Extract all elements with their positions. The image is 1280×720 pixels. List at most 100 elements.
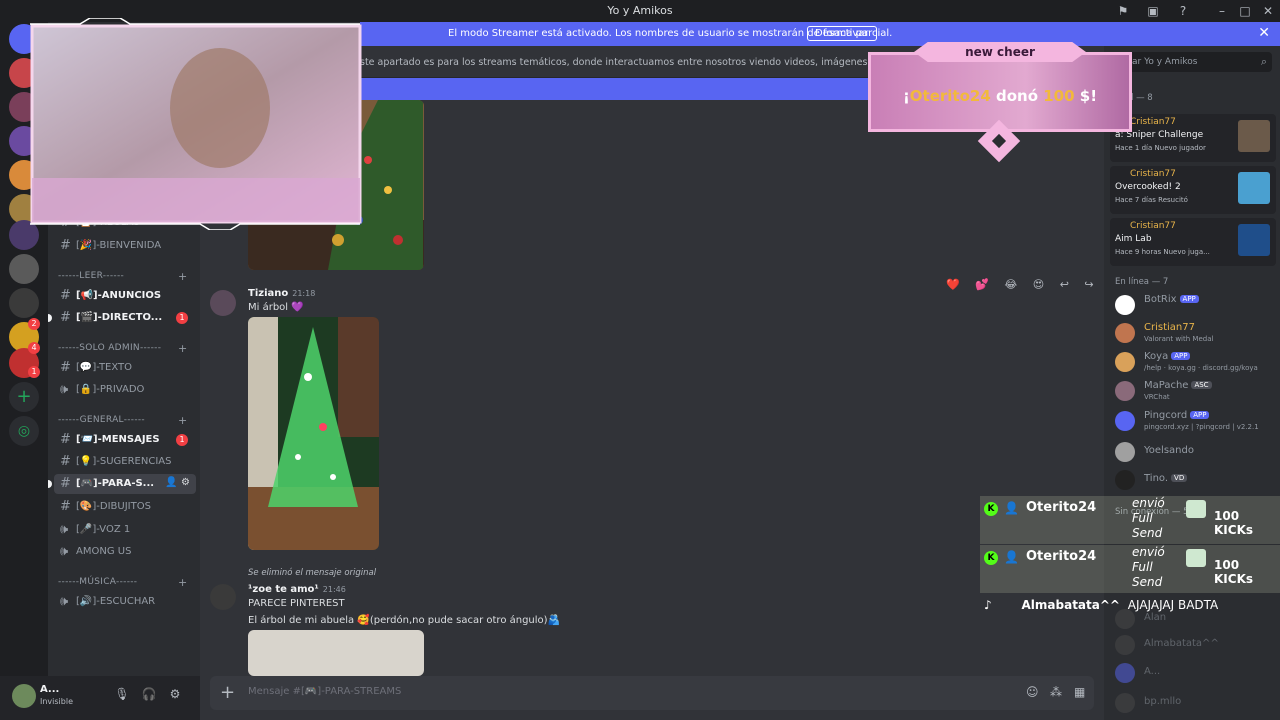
- channel-sugerencias[interactable]: # [💡]-SUGERENCIAS: [54, 452, 196, 472]
- inbox-icon[interactable]: ⚑: [1115, 3, 1131, 19]
- channel-label: [🎉]-BIENVENIDA: [76, 240, 162, 251]
- activity-card[interactable]: Cristian77 Overcooked! 2 Hace 7 días Res…: [1110, 166, 1276, 214]
- member-offline[interactable]: Almabatata^^: [1112, 632, 1278, 658]
- channel-settings-icon[interactable]: 👤 ⚙: [165, 477, 190, 488]
- shirt-icon: [1186, 500, 1206, 518]
- help-icon[interactable]: ?: [1175, 3, 1191, 19]
- attachment-image[interactable]: [248, 630, 424, 676]
- maximize-icon[interactable]: □: [1237, 3, 1253, 19]
- app-tag: APP: [1179, 295, 1199, 303]
- add-channel-icon[interactable]: +: [178, 270, 188, 283]
- game-thumbnail: [1238, 172, 1270, 204]
- member-offline[interactable]: bp.mllo: [1112, 690, 1278, 716]
- streamer-mode-banner: El modo Streamer está activado. Los nomb…: [360, 22, 1280, 46]
- activity-meta: Hace 9 horas Nuevo juga...: [1115, 248, 1210, 256]
- avatar: [1115, 693, 1135, 713]
- channel-topic: ste apartado es para los streams temátic…: [360, 57, 936, 68]
- channel-dibujitos[interactable]: # [🎨]-DIBUJITOS: [54, 497, 196, 517]
- app-tag: APP: [1190, 411, 1210, 419]
- channel-mensajes[interactable]: # [📨]-MENSAJES 1: [54, 430, 196, 450]
- member-name: BotRix: [1144, 294, 1177, 305]
- avatar[interactable]: [210, 584, 236, 610]
- server-icon[interactable]: [9, 288, 39, 318]
- speaker-icon: 🕪: [60, 382, 69, 397]
- author-name: ¹zoe te amo¹: [248, 584, 319, 595]
- close-window-icon[interactable]: ✕: [1260, 3, 1276, 19]
- add-channel-icon[interactable]: +: [178, 342, 188, 355]
- category-solo-admin[interactable]: ------SOLO ADMIN------ +: [58, 342, 187, 355]
- add-server-icon[interactable]: +: [9, 382, 39, 412]
- member-name: Tino.: [1144, 473, 1169, 484]
- speaker-icon: 🕪: [60, 544, 69, 559]
- member-tag: VD: [1171, 474, 1188, 482]
- channel-para-streams[interactable]: # [🎮]-PARA-S... 👤 ⚙: [48, 474, 196, 494]
- username: A...: [40, 684, 60, 695]
- message-composer[interactable]: + Mensaje #[🎮]-PARA-STREAMS ☺ ⁂ ▦: [210, 676, 1094, 710]
- channel-bienvenida[interactable]: # [🎉]-BIENVENIDA: [54, 236, 196, 256]
- member-koya[interactable]: Koya APP /help · koya.gg · discord.gg/koy…: [1112, 349, 1278, 375]
- alert-user: Oterito24: [1026, 500, 1097, 515]
- attachment-image[interactable]: [248, 317, 379, 550]
- microphone-icon[interactable]: 🎙: [114, 687, 130, 703]
- add-channel-icon[interactable]: +: [178, 576, 188, 589]
- member-offline[interactable]: A...: [1112, 660, 1278, 686]
- member-tino[interactable]: Tino. VD: [1112, 467, 1278, 493]
- member-name: A...: [1144, 666, 1161, 677]
- kick-icon: K: [984, 551, 998, 565]
- mention-badge: 1: [176, 434, 188, 446]
- channel-directo[interactable]: # [🎬]-DIRECTO... 1: [48, 308, 196, 328]
- settings-icon[interactable]: ⚙: [167, 687, 183, 703]
- close-banner-icon[interactable]: ✕: [1258, 25, 1270, 41]
- add-channel-icon[interactable]: +: [178, 414, 188, 427]
- member-cristian77[interactable]: Cristian77 Valorant with Medal: [1112, 320, 1278, 346]
- message-author[interactable]: Tiziano 21:18: [248, 288, 315, 299]
- alert-user: Oterito24: [1026, 549, 1097, 564]
- channel-anuncios[interactable]: # [📢]-ANUNCIOS: [54, 286, 196, 306]
- disable-streamer-button[interactable]: Desactivar: [807, 26, 877, 41]
- category-general[interactable]: ------GENERAL------ +: [58, 414, 187, 427]
- cheer-title: new cheer: [914, 42, 1086, 62]
- member-yoelsando[interactable]: Yoelsando: [1112, 439, 1278, 465]
- headphones-icon[interactable]: 🎧: [141, 687, 157, 703]
- screen-icon[interactable]: ▣: [1145, 3, 1161, 19]
- member-botrix[interactable]: BotRix APP: [1112, 292, 1278, 318]
- avatar[interactable]: [210, 290, 236, 316]
- attach-icon[interactable]: +: [220, 682, 235, 703]
- cheer-user: Oterito24: [909, 87, 991, 105]
- member-tag: ASC: [1191, 381, 1212, 389]
- sticker-icon[interactable]: ▦: [1074, 685, 1085, 699]
- hash-icon: #: [60, 454, 71, 469]
- member-mapache[interactable]: MaPache ASC VRChat: [1112, 378, 1278, 404]
- channel-voz-1[interactable]: 🕪 [🎤]-VOZ 1: [54, 520, 196, 540]
- category-musica[interactable]: ------MÚSICA------ +: [58, 576, 187, 589]
- alert-action: envió Full Send: [1132, 496, 1165, 540]
- channel-label: AMONG US: [76, 546, 132, 557]
- channel-privado[interactable]: 🕪 [🔒]-PRIVADO: [54, 380, 196, 400]
- apps-icon[interactable]: ⁂: [1050, 685, 1062, 699]
- category-label: ------SOLO ADMIN------: [58, 343, 162, 353]
- search-icon: ⌕: [1260, 55, 1267, 68]
- minimize-icon[interactable]: –: [1214, 3, 1230, 19]
- search-input[interactable]: ar Yo y Amikos ⌕: [1128, 52, 1272, 72]
- activity-card[interactable]: Cristian77 Aim Lab Hace 9 horas Nuevo ju…: [1110, 218, 1276, 266]
- reply-note: Se eliminó el mensaje original: [248, 568, 377, 578]
- message-author[interactable]: ¹zoe te amo¹ 21:46: [248, 584, 346, 595]
- server-icon[interactable]: [9, 254, 39, 284]
- avatar: [1115, 442, 1135, 462]
- member-status: /help · koya.gg · discord.gg/koya: [1144, 364, 1258, 372]
- message-actions[interactable]: ❤️ 💕 😂 😍 ↩ ↪ ⋯: [946, 278, 1104, 291]
- channel-label: [💡]-SUGERENCIAS: [76, 456, 172, 467]
- gift-icon[interactable]: ☺: [1026, 685, 1039, 699]
- person-icon: 👤: [1004, 550, 1019, 564]
- mention-badge: 1: [176, 312, 188, 324]
- explore-icon[interactable]: ◎: [9, 416, 39, 446]
- channel-among-us[interactable]: 🕪 AMONG US: [54, 542, 196, 562]
- avatar[interactable]: [12, 684, 36, 708]
- channel-texto[interactable]: # [💬]-TEXTO: [54, 358, 196, 378]
- activity-game: Overcooked! 2: [1115, 182, 1181, 192]
- category-label: ------MÚSICA------: [58, 577, 138, 587]
- category-leer[interactable]: ------LEER------ +: [58, 270, 187, 283]
- member-pingcord[interactable]: Pingcord APP pingcord.xyz | ?pingcord | v…: [1112, 408, 1278, 434]
- tiktok-chat-line: ♪ Almabatata^^ AJAJAJAJ BADTA: [984, 598, 1280, 616]
- channel-escuchar[interactable]: 🕪 [🔊]-ESCUCHAR: [54, 592, 196, 612]
